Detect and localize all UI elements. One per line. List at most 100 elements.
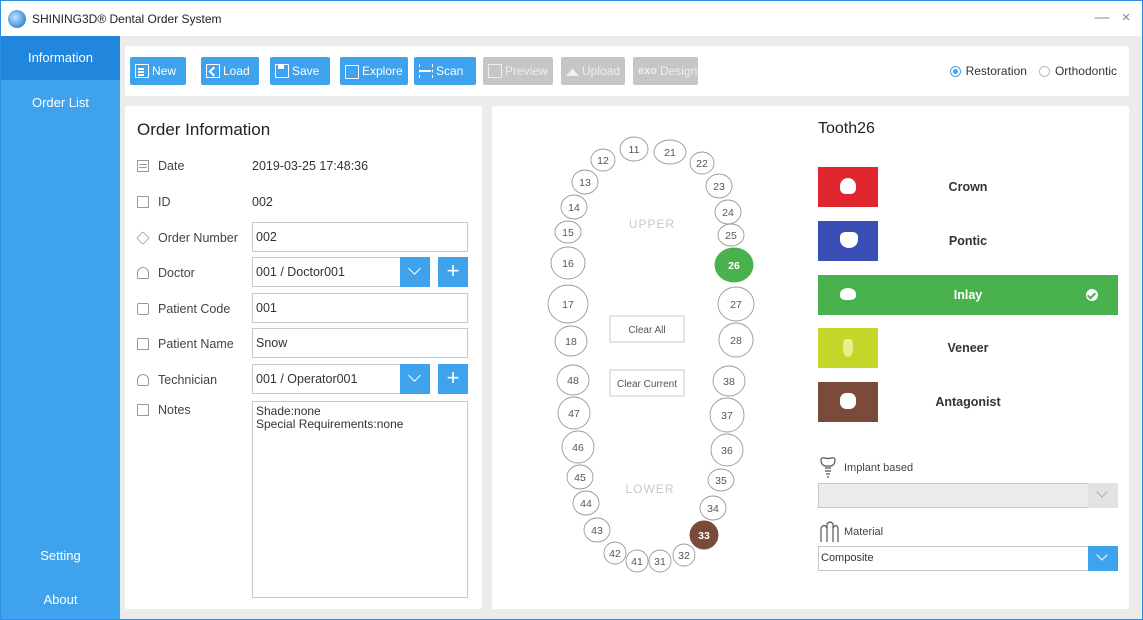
close-button[interactable]: × (1117, 9, 1135, 26)
inlay-tooth-icon (840, 288, 856, 300)
patient-code-field[interactable]: 001 (252, 293, 468, 323)
antagonist-option[interactable]: Antagonist (818, 382, 1118, 422)
sidebar-item-order-list[interactable]: Order List (1, 81, 120, 125)
tooth-27[interactable]: 27 (717, 286, 755, 322)
tooth-21[interactable]: 21 (653, 139, 687, 165)
tooth-number: 17 (562, 299, 574, 311)
tooth-43[interactable]: 43 (583, 517, 611, 543)
tooth-45[interactable]: 45 (566, 464, 594, 490)
user-icon (137, 374, 149, 386)
tooth-23[interactable]: 23 (705, 173, 733, 199)
tooth-36[interactable]: 36 (710, 433, 744, 467)
patient-name-label: Patient Name (158, 337, 234, 351)
explore-button[interactable]: Explore (340, 57, 408, 85)
sidebar-item-information[interactable]: Information (1, 36, 120, 80)
clear-current-label: Clear Current (617, 379, 677, 390)
pontic-tooth-icon (840, 232, 858, 248)
tag-icon (136, 231, 150, 245)
tooth-12[interactable]: 12 (590, 148, 616, 172)
order-number-field[interactable]: 002 (252, 222, 468, 252)
tooth-25[interactable]: 25 (717, 223, 745, 247)
restoration-radio-label[interactable]: Restoration (966, 64, 1027, 78)
inlay-option[interactable]: Inlay (818, 275, 1118, 315)
tooth-14[interactable]: 14 (560, 194, 588, 220)
add-doctor-button[interactable]: + (438, 257, 468, 287)
tooth-16[interactable]: 16 (550, 246, 586, 280)
tooth-46[interactable]: 46 (561, 430, 595, 464)
id-row: ID (137, 192, 171, 212)
material-label: Material (844, 526, 884, 538)
tooth-33[interactable]: 33 (689, 520, 719, 550)
material-dropdown-button[interactable] (1088, 546, 1118, 571)
tooth-47[interactable]: 47 (557, 396, 591, 430)
doctor-dropdown-button[interactable] (400, 257, 430, 287)
tooth-26[interactable]: 26 (714, 247, 754, 283)
restoration-radio[interactable] (949, 65, 961, 77)
technician-dropdown-button[interactable] (400, 364, 430, 394)
tooth-42[interactable]: 42 (603, 541, 627, 565)
scan-label: Scan (436, 64, 464, 78)
tooth-34[interactable]: 34 (699, 495, 727, 521)
tooth-number: 44 (580, 498, 592, 510)
minimize-button[interactable]: — (1093, 9, 1111, 26)
doctor-select-value: 001 / Doctor001 (256, 265, 345, 279)
patient-name-field[interactable]: Snow (252, 328, 468, 358)
implant-dropdown-button[interactable] (1088, 483, 1118, 508)
preview-icon (488, 64, 502, 78)
tooth-28[interactable]: 28 (718, 322, 754, 358)
pontic-option[interactable]: Pontic (818, 221, 1118, 261)
tooth-37[interactable]: 37 (709, 397, 745, 433)
sidebar-item-setting[interactable]: Setting (1, 534, 120, 578)
new-file-icon (135, 64, 149, 78)
upload-label: Upload (581, 64, 620, 78)
new-button[interactable]: New (130, 57, 186, 85)
tooth-32[interactable]: 32 (672, 543, 696, 567)
tooth-number: 43 (591, 525, 603, 537)
tooth-chart-panel: UPPER LOWER Clear All Clear Current 11 12… (492, 106, 1129, 609)
orthodontic-radio-label[interactable]: Orthodontic (1055, 64, 1117, 78)
tooth-17[interactable]: 17 (547, 284, 589, 324)
tooth-44[interactable]: 44 (572, 490, 600, 516)
material-select-value: Composite (821, 552, 874, 564)
upload-button[interactable]: Upload (561, 57, 625, 85)
veneer-option[interactable]: Veneer (818, 328, 1118, 368)
tooth-number: 22 (696, 158, 708, 170)
tooth-31[interactable]: 31 (648, 549, 672, 573)
implant-select[interactable] (818, 483, 1118, 508)
material-select[interactable]: Composite (818, 546, 1118, 571)
crown-option[interactable]: Crown (818, 167, 1118, 207)
save-icon (275, 64, 289, 78)
tooth-number: 45 (574, 472, 586, 484)
tooth-22[interactable]: 22 (689, 151, 715, 175)
orthodontic-radio[interactable] (1038, 65, 1050, 77)
tooth-41[interactable]: 41 (625, 549, 649, 573)
save-button[interactable]: Save (270, 57, 330, 85)
chevron-down-icon (408, 262, 421, 275)
notes-textarea[interactable]: Shade:none Special Requirements:none (252, 401, 468, 598)
tooth-38[interactable]: 38 (712, 365, 746, 397)
tooth-24[interactable]: 24 (714, 199, 742, 225)
tooth-number: 21 (664, 147, 676, 159)
tooth-11[interactable]: 11 (619, 136, 649, 162)
explore-label: Explore (362, 64, 403, 78)
doctor-select[interactable]: 001 / Doctor001 (252, 257, 430, 287)
tooth-13[interactable]: 13 (571, 169, 599, 195)
tooth-48[interactable]: 48 (556, 364, 590, 396)
tooth-number: 32 (678, 550, 690, 562)
tooth-15[interactable]: 15 (554, 220, 582, 244)
tooth-35[interactable]: 35 (707, 468, 735, 492)
sidebar-item-about[interactable]: About (1, 578, 120, 620)
calendar-icon (137, 160, 149, 172)
technician-select[interactable]: 001 / Operator001 (252, 364, 430, 394)
chevron-down-icon (1096, 486, 1108, 498)
scan-button[interactable]: Scan (414, 57, 476, 85)
load-button[interactable]: Load (201, 57, 259, 85)
clear-all-button[interactable]: Clear All (609, 315, 685, 343)
exo-design-button[interactable]: exo Design (633, 57, 698, 85)
clear-current-button[interactable]: Clear Current (609, 369, 685, 397)
preview-button[interactable]: Preview (483, 57, 553, 85)
order-number-label: Order Number (158, 231, 238, 245)
chevron-down-icon (1096, 549, 1108, 561)
add-technician-button[interactable]: + (438, 364, 468, 394)
tooth-18[interactable]: 18 (554, 325, 588, 357)
